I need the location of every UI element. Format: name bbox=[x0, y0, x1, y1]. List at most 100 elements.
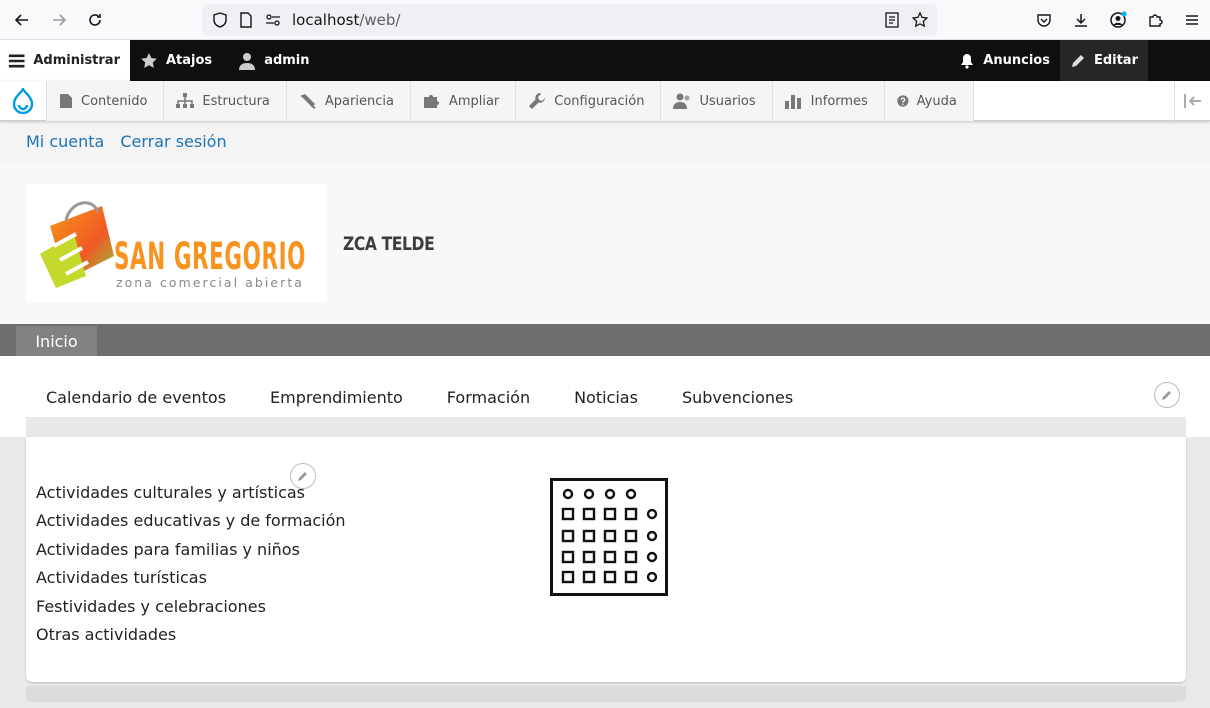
arrow-right-icon bbox=[53, 14, 67, 26]
users-icon bbox=[673, 93, 690, 109]
tray-item-label: Apariencia bbox=[324, 93, 394, 109]
category-item[interactable]: Actividades para familias y niños bbox=[36, 536, 346, 564]
tray-orientation-toggle[interactable] bbox=[1174, 81, 1210, 121]
account-icon bbox=[1109, 11, 1126, 28]
url-path: /web/ bbox=[359, 11, 401, 29]
bell-icon bbox=[961, 53, 974, 69]
page-icon[interactable] bbox=[238, 11, 254, 29]
user-icon bbox=[239, 52, 256, 70]
edit-menu-button[interactable] bbox=[1154, 382, 1180, 408]
calendar-icon[interactable] bbox=[550, 478, 668, 596]
extensions-button[interactable] bbox=[1136, 4, 1173, 36]
tray-item-label: Estructura bbox=[202, 93, 270, 109]
tray-item-label: Usuarios bbox=[699, 93, 756, 109]
sitemap-icon bbox=[176, 93, 195, 108]
tray-item-ampliar[interactable]: Ampliar bbox=[409, 81, 516, 121]
tray-item-usuarios[interactable]: Usuarios bbox=[660, 81, 772, 121]
tray-item-apariencia[interactable]: Apariencia bbox=[285, 81, 410, 121]
drupal-drop-icon bbox=[12, 88, 34, 114]
category-item[interactable]: Actividades turísticas bbox=[36, 564, 346, 592]
menu-divider bbox=[26, 417, 1186, 437]
category-list: Actividades culturales y artísticas Acti… bbox=[36, 479, 346, 649]
admin-right: Anuncios Editar bbox=[949, 40, 1148, 81]
account-button[interactable] bbox=[1099, 4, 1136, 36]
footer-strip bbox=[26, 686, 1186, 702]
download-icon bbox=[1074, 14, 1087, 27]
tray-item-estructura[interactable]: Estructura bbox=[163, 81, 286, 121]
logo-title: SAN GREGORIO bbox=[114, 235, 306, 278]
menu-item-emprendimiento[interactable]: Emprendimiento bbox=[270, 388, 403, 407]
site-header: SAN GREGORIO zona comercial abierta ZCA … bbox=[0, 163, 1210, 324]
shopping-bag-logo: SAN GREGORIO zona comercial abierta bbox=[40, 201, 306, 290]
reload-button[interactable] bbox=[77, 4, 113, 36]
pencil-icon bbox=[1071, 54, 1084, 67]
menu-item-formacion[interactable]: Formación bbox=[447, 388, 530, 407]
tray-item-label: Contenido bbox=[81, 93, 148, 109]
user-button[interactable]: admin bbox=[222, 40, 319, 81]
tray-item-label: Informes bbox=[810, 93, 868, 109]
browser-toolbar: localhost/web/ bbox=[0, 0, 1210, 40]
category-item[interactable]: Festividades y celebraciones bbox=[36, 593, 346, 621]
browser-tools bbox=[1025, 4, 1210, 36]
drupal-logo[interactable] bbox=[0, 81, 46, 121]
url-text[interactable]: localhost/web/ bbox=[292, 11, 400, 29]
category-item[interactable]: Actividades culturales y artísticas bbox=[36, 479, 346, 507]
star-icon bbox=[141, 52, 157, 68]
logo-subtitle: zona comercial abierta bbox=[116, 276, 304, 290]
wrench-icon bbox=[529, 93, 546, 109]
downloads-button[interactable] bbox=[1062, 4, 1099, 36]
shortcuts-button[interactable]: Atajos bbox=[130, 40, 222, 81]
pocket-icon bbox=[1036, 14, 1051, 27]
tray-item-label: Ayuda bbox=[916, 93, 957, 109]
announcements-button[interactable]: Anuncios bbox=[949, 40, 1060, 81]
menu-item-calendario[interactable]: Calendario de eventos bbox=[46, 388, 226, 407]
bookmark-star-icon[interactable] bbox=[911, 11, 929, 29]
menu-item-noticias[interactable]: Noticias bbox=[574, 388, 638, 407]
manage-label: Administrar bbox=[33, 53, 120, 68]
pencil-icon bbox=[1162, 391, 1171, 400]
secondary-menu: Calendario de eventos Emprendimiento For… bbox=[46, 388, 837, 407]
puzzle-icon bbox=[423, 95, 439, 108]
user-label: admin bbox=[264, 53, 310, 68]
puzzle-icon bbox=[1148, 14, 1163, 27]
admin-tray: Contenido Estructura Apariencia Ampliar … bbox=[0, 81, 1210, 121]
hamburger-icon bbox=[1185, 15, 1198, 25]
menu-button[interactable] bbox=[1173, 4, 1210, 36]
tray-item-configuracion[interactable]: Configuración bbox=[515, 81, 661, 121]
site-name[interactable]: ZCA TELDE bbox=[343, 233, 435, 255]
edit-button[interactable]: Editar bbox=[1059, 40, 1148, 81]
shield-icon[interactable] bbox=[211, 11, 229, 29]
announcements-label: Anuncios bbox=[983, 53, 1050, 68]
menu-item-subvenciones[interactable]: Subvenciones bbox=[682, 388, 793, 407]
account-menu: Mi cuenta Cerrar sesión bbox=[26, 132, 227, 151]
url-host: localhost bbox=[292, 11, 360, 29]
tray-item-informes[interactable]: Informes bbox=[771, 81, 884, 121]
brush-icon bbox=[299, 94, 316, 109]
forward-button[interactable] bbox=[41, 4, 77, 36]
permissions-icon[interactable] bbox=[264, 11, 282, 29]
hamburger-icon bbox=[8, 53, 25, 68]
tray-item-ayuda[interactable]: Ayuda bbox=[883, 81, 974, 121]
arrow-left-icon bbox=[14, 14, 28, 26]
manage-button[interactable]: Administrar bbox=[0, 40, 130, 81]
site-logo[interactable]: SAN GREGORIO zona comercial abierta bbox=[26, 184, 327, 303]
categories-card: Actividades culturales y artísticas Acti… bbox=[26, 437, 1186, 682]
file-icon bbox=[60, 94, 72, 108]
my-account-link[interactable]: Mi cuenta bbox=[26, 132, 104, 151]
tray-item-label: Ampliar bbox=[448, 93, 500, 109]
reader-mode-icon[interactable] bbox=[884, 11, 900, 29]
url-bar[interactable]: localhost/web/ bbox=[202, 4, 937, 36]
category-item[interactable]: Actividades educativas y de formación bbox=[36, 507, 346, 535]
tray-item-contenido[interactable]: Contenido bbox=[46, 81, 164, 121]
bar-chart-icon bbox=[784, 95, 801, 109]
category-item[interactable]: Otras actividades bbox=[36, 621, 346, 649]
shortcuts-label: Atajos bbox=[166, 53, 213, 68]
nav-item-inicio[interactable]: Inicio bbox=[16, 326, 97, 356]
back-button[interactable] bbox=[4, 4, 40, 36]
admin-toolbar: Administrar Atajos admin Anuncios Editar bbox=[0, 40, 1210, 81]
reload-icon bbox=[89, 14, 101, 26]
edit-label: Editar bbox=[1093, 53, 1138, 68]
primary-nav: Inicio bbox=[0, 324, 1210, 356]
logout-link[interactable]: Cerrar sesión bbox=[120, 132, 226, 151]
pocket-button[interactable] bbox=[1025, 4, 1062, 36]
